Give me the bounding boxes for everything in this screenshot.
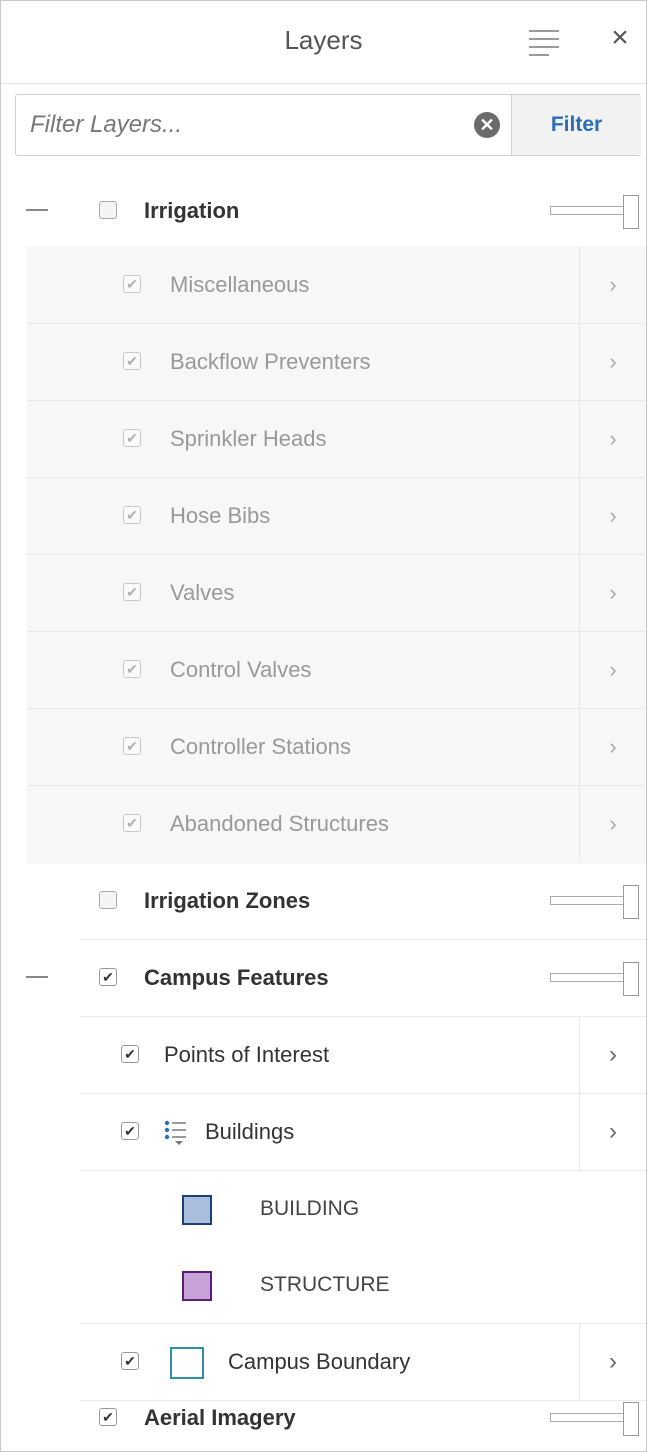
layer-hose-bibs: ✔ Hose Bibs ›: [27, 478, 646, 555]
legend-label: BUILDING: [260, 1197, 360, 1220]
slider-handle[interactable]: [623, 885, 639, 919]
group-label: Irrigation: [144, 198, 240, 223]
clear-filter-icon[interactable]: ✕: [474, 112, 500, 138]
slider-handle[interactable]: [623, 962, 639, 996]
collapse-icon[interactable]: [26, 209, 48, 211]
hamburger-menu-icon[interactable]: [529, 30, 559, 56]
legend-item-structure: STRUCTURE: [80, 1247, 646, 1324]
layer-checkbox[interactable]: ✔: [121, 1352, 139, 1370]
chevron-right-icon[interactable]: ›: [579, 401, 646, 477]
group-irrigation-checkbox[interactable]: [99, 201, 117, 219]
layer-checkbox[interactable]: ✔: [121, 1045, 139, 1063]
group-irrigation-zones-checkbox[interactable]: [99, 891, 117, 909]
layer-label: Miscellaneous: [170, 272, 310, 297]
layer-label: Abandoned Structures: [170, 811, 389, 836]
panel-header: Layers ×: [1, 1, 646, 84]
layer-checkbox[interactable]: ✔: [123, 506, 141, 524]
layer-checkbox[interactable]: ✔: [123, 814, 141, 832]
filter-bar: ✕ Filter: [15, 94, 641, 156]
layer-valves: ✔ Valves ›: [27, 555, 646, 632]
group-campus-features: ✔ Campus Features: [1, 940, 646, 1016]
layer-controller-stations: ✔ Controller Stations ›: [27, 709, 646, 786]
layer-checkbox[interactable]: ✔: [123, 275, 141, 293]
layer-label: Controller Stations: [170, 734, 351, 759]
legend-swatch: [182, 1271, 212, 1301]
chevron-right-icon[interactable]: ›: [579, 1094, 646, 1170]
legend-swatch: [182, 1195, 212, 1225]
legend-item-building: BUILDING: [80, 1171, 646, 1247]
filter-input[interactable]: [16, 95, 510, 155]
layers-panel: Layers × ✕ Filter Irrigation ✔ Miscellan…: [0, 0, 647, 1452]
layer-sprinkler-heads: ✔ Sprinkler Heads ›: [27, 401, 646, 478]
layer-label: Backflow Preventers: [170, 349, 371, 374]
chevron-right-icon[interactable]: ›: [579, 555, 646, 631]
chevron-right-icon[interactable]: ›: [579, 324, 646, 400]
layer-checkbox[interactable]: ✔: [121, 1122, 139, 1140]
group-label: Campus Features: [144, 965, 329, 990]
layer-label: Sprinkler Heads: [170, 426, 327, 451]
layer-label: Hose Bibs: [170, 503, 271, 528]
layer-miscellaneous: ✔ Miscellaneous ›: [27, 247, 646, 324]
slider-handle[interactable]: [623, 195, 639, 229]
chevron-right-icon[interactable]: ›: [579, 632, 646, 708]
layer-label: Buildings: [205, 1119, 295, 1144]
group-irrigation: Irrigation: [1, 173, 646, 249]
group-irrigation-zones: Irrigation Zones: [1, 863, 646, 939]
layer-checkbox[interactable]: ✔: [123, 352, 141, 370]
opacity-slider[interactable]: [550, 962, 640, 996]
group-aerial-imagery-checkbox[interactable]: ✔: [99, 1408, 117, 1426]
layer-checkbox[interactable]: ✔: [123, 660, 141, 678]
layer-checkbox[interactable]: ✔: [123, 737, 141, 755]
legend-list-icon[interactable]: [164, 1120, 188, 1146]
chevron-right-icon[interactable]: ›: [579, 709, 646, 785]
layer-backflow-preventers: ✔ Backflow Preventers ›: [27, 324, 646, 401]
filter-button[interactable]: Filter: [511, 95, 641, 155]
chevron-right-icon[interactable]: ›: [579, 247, 646, 323]
opacity-slider[interactable]: [550, 195, 640, 229]
opacity-slider[interactable]: [550, 885, 640, 919]
legend-label: STRUCTURE: [260, 1273, 390, 1296]
chevron-right-icon[interactable]: ›: [579, 1017, 646, 1093]
layer-checkbox[interactable]: ✔: [123, 583, 141, 601]
group-campus-features-checkbox[interactable]: ✔: [99, 968, 117, 986]
layer-label: Control Valves: [170, 657, 312, 682]
chevron-right-icon[interactable]: ›: [579, 786, 646, 862]
layer-buildings: ✔ Buildings ›: [80, 1094, 646, 1171]
collapse-icon[interactable]: [26, 976, 48, 978]
close-icon[interactable]: ×: [605, 23, 635, 53]
group-label: Aerial Imagery: [144, 1405, 296, 1430]
slider-handle[interactable]: [623, 1402, 639, 1436]
chevron-right-icon[interactable]: ›: [579, 478, 646, 554]
layer-label: Points of Interest: [164, 1042, 330, 1067]
layer-checkbox[interactable]: ✔: [123, 429, 141, 447]
layer-abandoned-structures: ✔ Abandoned Structures ›: [27, 786, 646, 863]
layer-label: Valves: [170, 580, 235, 605]
group-aerial-imagery: ✔ Aerial Imagery: [1, 1380, 646, 1451]
layer-points-of-interest: ✔ Points of Interest ›: [80, 1017, 646, 1094]
group-label: Irrigation Zones: [144, 888, 311, 913]
boundary-swatch: [170, 1347, 204, 1379]
layer-control-valves: ✔ Control Valves ›: [27, 632, 646, 709]
opacity-slider[interactable]: [550, 1402, 640, 1436]
